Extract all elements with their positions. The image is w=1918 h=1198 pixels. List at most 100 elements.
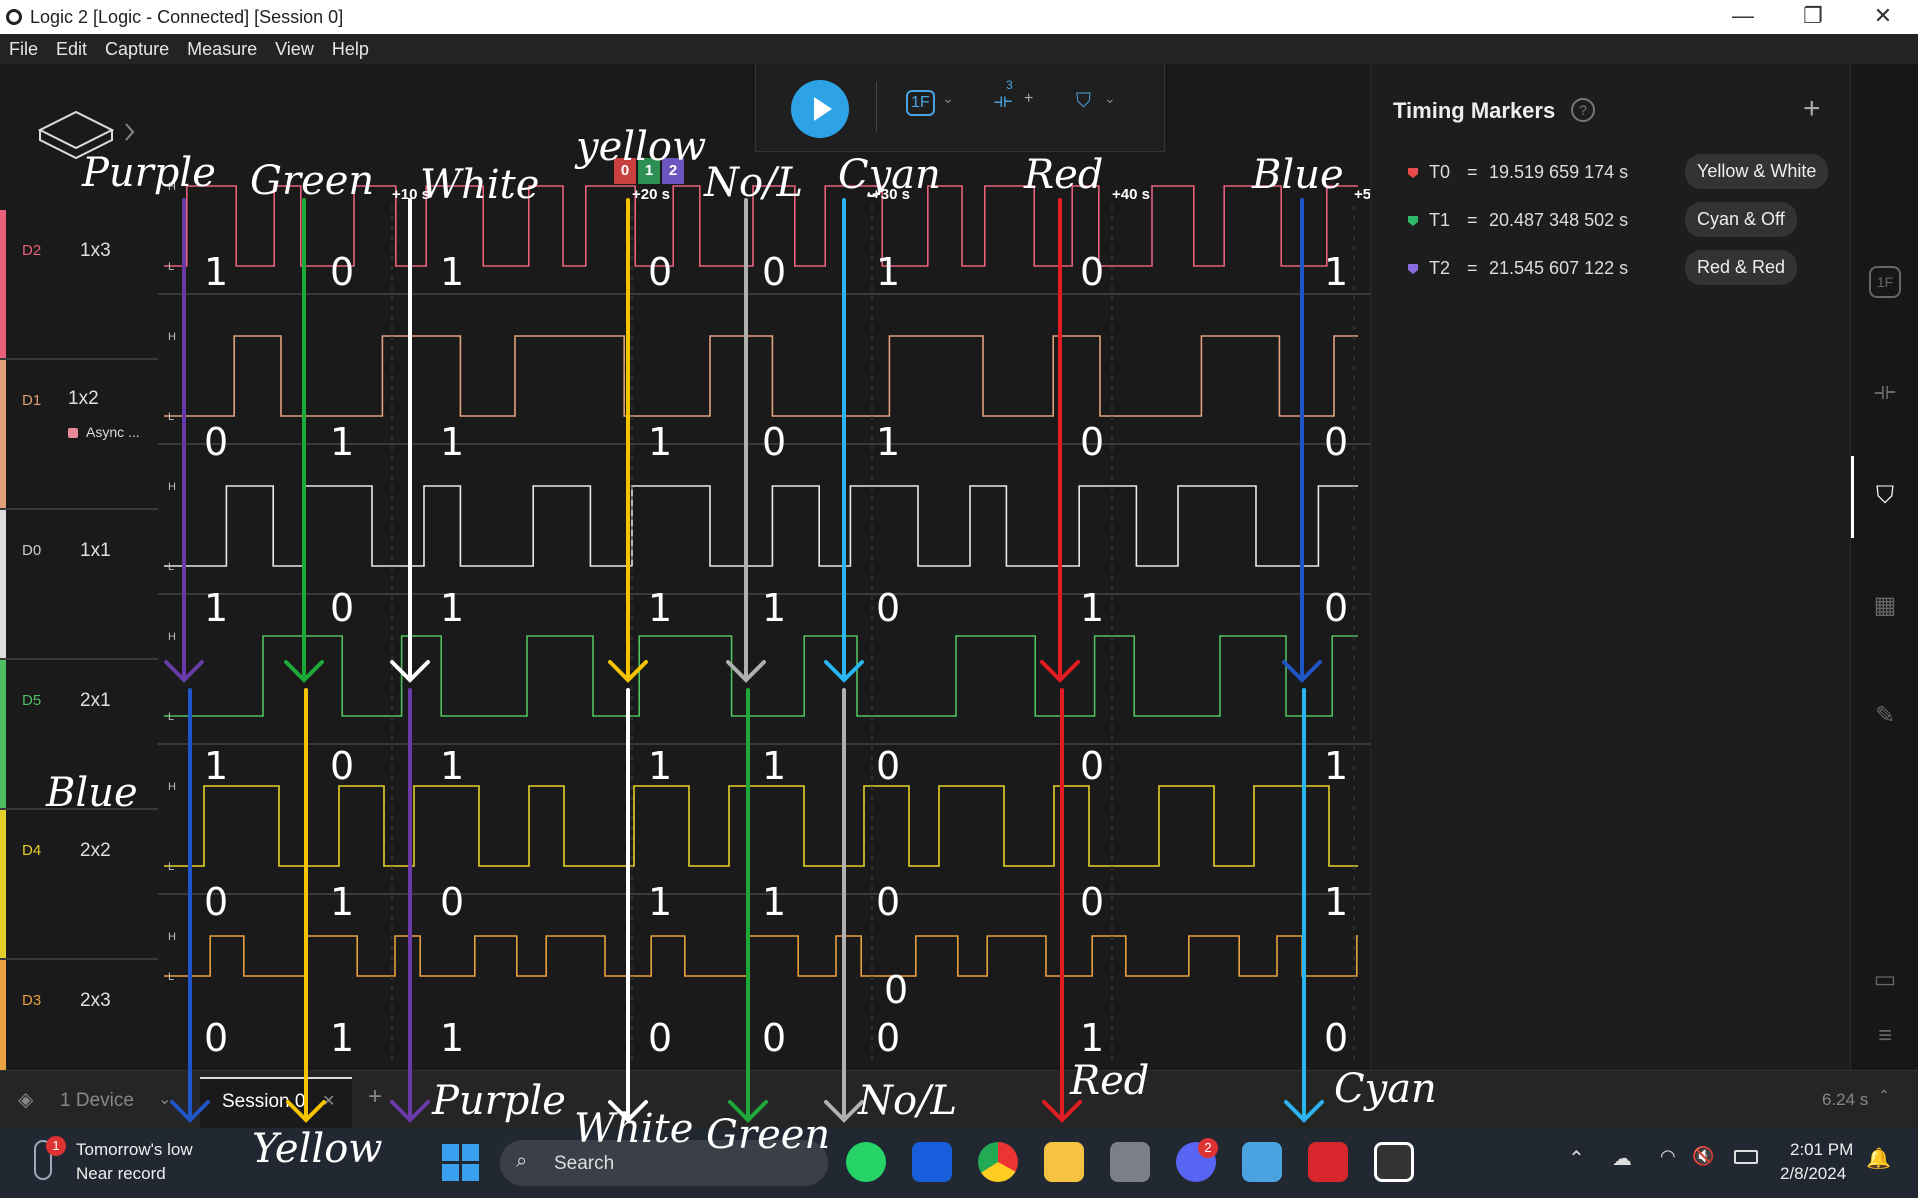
waveform-d1 [164,335,1358,417]
bitwarden-icon[interactable] [912,1142,952,1182]
low-level-label: L [168,861,174,873]
wifi-icon[interactable]: ◠ [1660,1146,1676,1167]
timeline-tick: +40 s [1112,186,1150,203]
annotation-top-label: Green [250,158,375,204]
annotation-bottom-label: No/L [858,1078,958,1124]
marker-label[interactable]: Red & Red [1685,250,1798,285]
extensions-icon[interactable]: ▦ [1869,590,1901,622]
annotation-top-label: No/L [704,160,804,206]
channel-id: D2 [22,242,42,259]
notepad-icon[interactable] [1242,1142,1282,1182]
menu-icon[interactable]: ≡ [1869,1020,1901,1052]
annotation-bottom-label: Yellow [252,1126,383,1172]
add-marker-button[interactable]: + [1803,92,1821,126]
weather-badge: 1 [46,1136,66,1156]
notification-bell-icon[interactable]: 🔔 [1866,1146,1891,1171]
timing-split-icon[interactable]: ⟛ [994,90,1012,113]
notes-icon[interactable]: ✎ [1869,700,1901,732]
weather-line-1[interactable]: Tomorrow's low [76,1140,193,1160]
chevron-down-icon[interactable]: ⌄ [158,1089,171,1109]
battery-icon[interactable] [1734,1150,1758,1164]
help-icon[interactable]: ? [1571,98,1595,122]
menu-edit[interactable]: Edit [47,34,96,60]
chevron-up-icon[interactable]: ⌃ [1878,1087,1890,1104]
channel-name[interactable]: 2x2 [80,840,111,862]
annotation-top-label: White [420,162,540,208]
maximize-button[interactable]: ❐ [1778,0,1848,34]
menu-help[interactable]: Help [323,34,378,60]
start-capture-button[interactable] [791,80,849,138]
close-button[interactable]: ✕ [1848,0,1918,34]
high-level-label: H [168,781,176,793]
channel-color-stripe [0,360,6,508]
volume-muted-icon[interactable]: 🔇 [1692,1146,1714,1167]
marker-icon[interactable]: ⛉ [1076,90,1091,113]
menu-measure[interactable]: Measure [178,34,266,60]
chevron-up-icon[interactable]: ⌃ [1568,1146,1585,1171]
clock-time[interactable]: 2:01 PM [1790,1140,1853,1160]
timing-split-icon[interactable]: ⟛ [1869,376,1901,408]
menu-capture[interactable]: Capture [96,34,178,60]
menu-file[interactable]: File [0,34,47,60]
chevron-down-icon[interactable]: ⌄ [942,90,954,107]
channel-name[interactable]: 2x3 [80,990,111,1012]
channel-row-d4[interactable]: D4 2x2 [0,810,158,960]
search-label: Search [554,1153,615,1174]
file-explorer-icon[interactable] [1044,1142,1084,1182]
channel-row-d0[interactable]: D0 1x1 [0,510,158,660]
window-title: Logic 2 [Logic - Connected] [Session 0] [30,7,344,27]
windows-start-icon[interactable] [442,1144,480,1182]
channel-row-d2[interactable]: D2 1x3 [0,210,158,360]
chevron-down-icon[interactable]: ⌄ [1104,90,1116,107]
channel-row-d1[interactable]: D1 1x2 Async ... [0,360,158,510]
logic2-taskbar-icon[interactable] [1374,1142,1414,1182]
annotation-bottom-label: Green [706,1112,831,1158]
mplab-ide-icon[interactable] [1110,1142,1150,1182]
high-level-label: H [168,631,176,643]
acrobat-icon[interactable] [1308,1142,1348,1182]
timing-marker-icon[interactable]: ⛉ [1869,480,1901,512]
onedrive-icon[interactable]: ☁ [1612,1146,1632,1171]
chrome-icon[interactable] [978,1142,1018,1182]
whatsapp-icon[interactable] [846,1142,886,1182]
menu-view[interactable]: View [266,34,323,60]
minimize-button[interactable]: — [1708,0,1778,34]
analyzers-icon[interactable]: 1F [1869,266,1901,298]
panel-title: Timing Markers [1393,98,1556,123]
annotation-digit: 1 [1324,880,1349,924]
annotation-digit: 0 [762,420,787,464]
comments-icon[interactable]: ▭ [1869,964,1901,996]
annotation-digit: 0 [1324,420,1349,464]
add-split-icon[interactable]: + [1024,90,1033,108]
annotation-digit: 1 [762,744,787,788]
low-level-label: L [168,711,174,723]
channel-name[interactable]: 1x2 [68,388,99,410]
annotation-digit: 0 [330,250,355,294]
capture-duration: 6.24 s [1822,1090,1869,1109]
device-stack-icon: ◈ [18,1089,34,1111]
channel-name[interactable]: 1x3 [80,240,111,262]
analyzer-label[interactable]: Async ... [86,424,140,440]
close-icon[interactable]: ✕ [322,1091,335,1111]
channel-name[interactable]: 1x1 [80,540,111,562]
channel-id: D3 [22,992,42,1009]
marker-name: T1 [1429,210,1451,230]
clock-date[interactable]: 2/8/2024 [1780,1164,1846,1184]
device-selector[interactable]: 1 Device [60,1090,134,1112]
annotation-digit: 0 [1324,586,1349,630]
low-level-label: L [168,411,174,423]
marker-label[interactable]: Cyan & Off [1685,202,1797,237]
annotation-top-label: yellow [576,124,707,170]
annotation-digit: 0 [204,880,229,924]
channel-row-d3[interactable]: D3 2x3 [0,960,158,1070]
channel-name[interactable]: 2x1 [80,690,111,712]
weather-line-2[interactable]: Near record [76,1164,166,1184]
annotation-bottom-label: Purple [432,1078,566,1124]
annotation-digit: 0 [762,1016,787,1060]
channel-id: D5 [22,692,42,709]
trigger-icon[interactable]: 1F [906,90,935,116]
marker-equals: = [1467,162,1478,182]
tab-session-0[interactable]: Session 0 ✕ [200,1077,352,1129]
add-session-button[interactable]: + [368,1083,382,1111]
marker-label[interactable]: Yellow & White [1685,154,1829,189]
